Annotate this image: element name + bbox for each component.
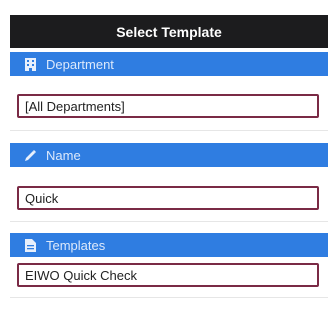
divider bbox=[10, 130, 328, 131]
department-label: Department bbox=[46, 56, 114, 72]
dialog-title: Select Template bbox=[10, 15, 328, 48]
templates-section-header: Templates bbox=[10, 233, 328, 257]
name-label: Name bbox=[46, 147, 81, 163]
department-section-header: Department bbox=[10, 52, 328, 76]
name-field[interactable]: Quick bbox=[17, 186, 319, 210]
name-section-header: Name bbox=[10, 143, 328, 167]
document-icon bbox=[24, 238, 37, 252]
templates-field[interactable]: EIWO Quick Check bbox=[17, 263, 319, 287]
divider bbox=[10, 221, 328, 222]
building-icon bbox=[24, 57, 37, 71]
select-template-dialog: Select Template Department [All Departme… bbox=[0, 0, 328, 320]
divider bbox=[10, 297, 328, 298]
pencil-icon bbox=[24, 149, 37, 162]
department-value: [All Departments] bbox=[25, 98, 125, 114]
templates-label: Templates bbox=[46, 237, 106, 253]
name-value: Quick bbox=[25, 190, 59, 206]
templates-value: EIWO Quick Check bbox=[25, 267, 137, 283]
department-field[interactable]: [All Departments] bbox=[17, 94, 319, 118]
